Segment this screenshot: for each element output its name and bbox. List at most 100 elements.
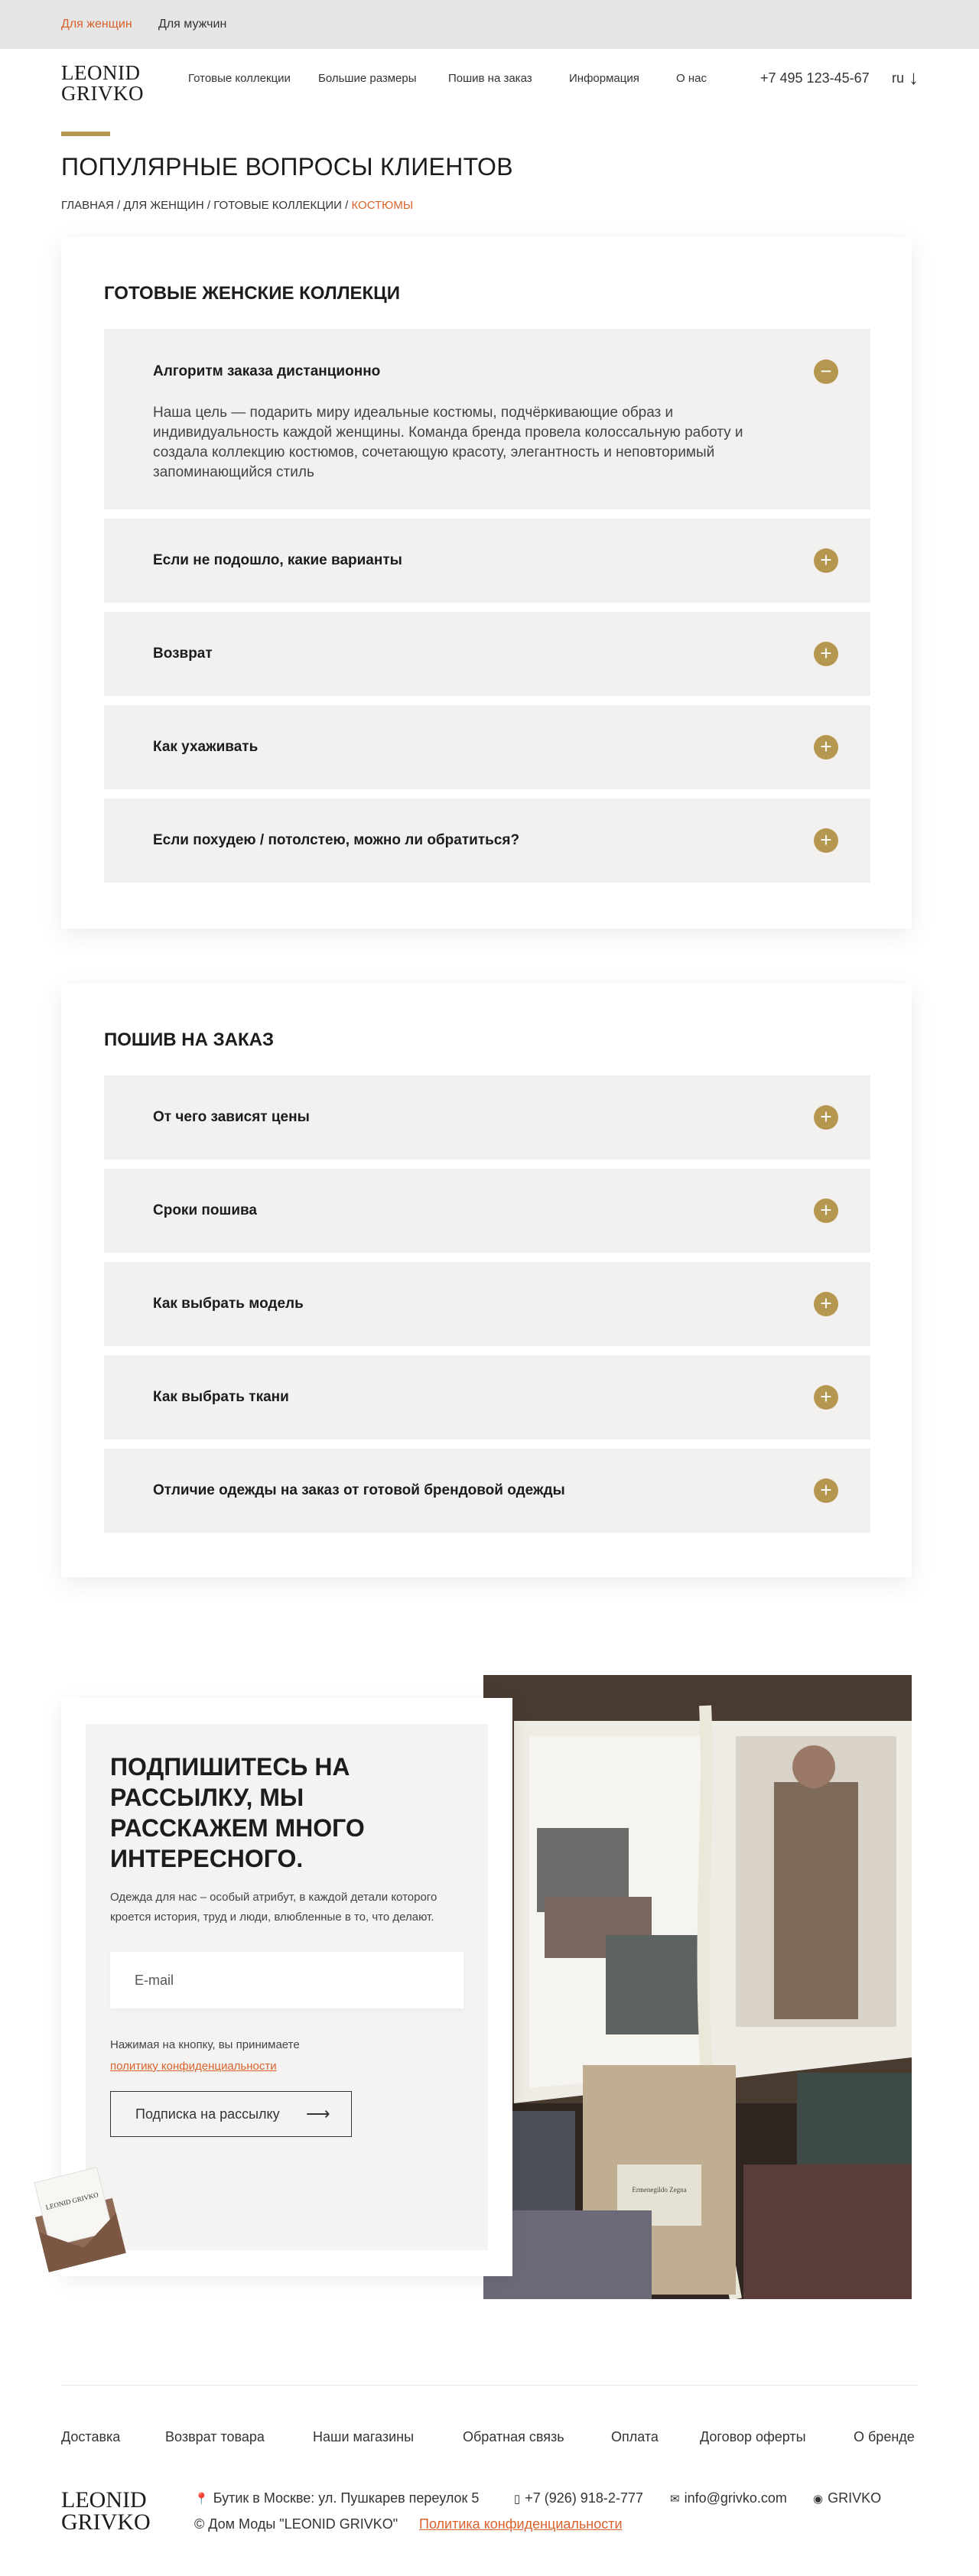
instagram-icon: ◉	[813, 2493, 824, 2506]
arrow-down-icon[interactable]: ↓	[909, 66, 919, 89]
nav-information[interactable]: Информация	[569, 72, 639, 85]
footer-link-brand[interactable]: О бренде	[854, 2429, 915, 2445]
breadcrumb-separator: /	[203, 199, 214, 212]
expand-plus-icon[interactable]: +	[814, 1105, 838, 1130]
expand-plus-icon[interactable]: +	[814, 642, 838, 666]
footer-address: 📍 Бутик в Москве: ул. Пушкарев переулок 5	[194, 2490, 479, 2506]
accordion-item[interactable]: Как выбрать модель +	[104, 1262, 870, 1346]
link-women[interactable]: Для женщин	[61, 18, 132, 31]
phone-text[interactable]: +7 (926) 918-2-777	[525, 2490, 643, 2506]
expand-plus-icon[interactable]: +	[814, 735, 838, 759]
title-accent-line	[61, 132, 110, 136]
phone-icon: ▯	[514, 2493, 521, 2506]
breadcrumb-separator: /	[341, 199, 352, 212]
accordion-item-expanded[interactable]: Алгоритм заказа дистанционно Наша цель —…	[104, 329, 870, 509]
accordion-question[interactable]: Сроки пошива	[153, 1202, 257, 1219]
accordion-item[interactable]: Если похудею / потолстею, можно ли обрат…	[104, 798, 870, 883]
expand-plus-icon[interactable]: +	[814, 1385, 838, 1410]
newsletter-title: ПОДПИШИТЕСЬ НА РАССЫЛКУ, МЫ РАССКАЖЕМ МН…	[110, 1753, 365, 1872]
footer-logo-line-2: GRIVKO	[61, 2509, 151, 2535]
photo-label: Ermenegildo Zegna	[632, 2186, 686, 2194]
accordion-question[interactable]: Как ухаживать	[153, 739, 258, 756]
footer-link-feedback[interactable]: Обратная связь	[463, 2429, 564, 2445]
accordion-item[interactable]: Как выбрать ткани +	[104, 1355, 870, 1439]
accordion-item[interactable]: Как ухаживать +	[104, 705, 870, 789]
footer-link-stores[interactable]: Наши магазины	[313, 2429, 414, 2445]
subscribe-button[interactable]: Подписка на рассылку ⟶	[110, 2091, 352, 2137]
header-phone[interactable]: +7 495 123-45-67	[760, 70, 870, 86]
footer-link-delivery[interactable]: Доставка	[61, 2429, 120, 2445]
breadcrumb-home[interactable]: ГЛАВНАЯ	[61, 199, 114, 212]
brand-logo[interactable]: LEONID GRIVKO	[61, 63, 144, 104]
link-men[interactable]: Для мужчин	[158, 18, 226, 31]
accordion-question[interactable]: Как выбрать модель	[153, 1296, 304, 1312]
accordion-item[interactable]: Если не подошло, какие варианты +	[104, 519, 870, 603]
newsletter-card: ПОДПИШИТЕСЬ НА РАССЫЛКУ, МЫ РАССКАЖЕМ МН…	[61, 1698, 512, 2276]
accordion-question[interactable]: Отличие одежды на заказ от готовой бренд…	[153, 1482, 565, 1499]
newsletter-section: Ermenegildo Zegna ПОДПИШИТЕСЬ НА РАССЫЛК…	[0, 1675, 979, 2299]
accordion-item[interactable]: Сроки пошива +	[104, 1169, 870, 1253]
faq-section-ready-collections: ГОТОВЫЕ ЖЕНСКИЕ КОЛЛЕКЦИ Алгоритм заказа…	[61, 237, 912, 929]
expand-plus-icon[interactable]: +	[814, 1478, 838, 1503]
breadcrumb: ГЛАВНАЯ / ДЛЯ ЖЕНЩИН / ГОТОВЫЕ КОЛЛЕКЦИИ…	[61, 199, 413, 212]
expand-plus-icon[interactable]: +	[814, 1292, 838, 1316]
language-select[interactable]: ru	[892, 70, 904, 86]
breadcrumb-women[interactable]: ДЛЯ ЖЕНЩИН	[123, 199, 203, 212]
newsletter-description: Одежда для нас – особый атрибут, в каждо…	[110, 1891, 437, 1924]
breadcrumb-separator: /	[113, 199, 124, 212]
accordion-question[interactable]: Как выбрать ткани	[153, 1389, 289, 1406]
email-input[interactable]	[110, 1952, 463, 2008]
consent-text: Нажимая на кнопку, вы принимаете политик…	[110, 2034, 300, 2077]
accordion-question[interactable]: Алгоритм заказа дистанционно	[153, 363, 380, 380]
breadcrumb-current: КОСТЮМЫ	[351, 199, 414, 212]
copyright: © Дом Моды "LEONID GRIVKO"	[194, 2516, 398, 2532]
footer-link-offer[interactable]: Договор оферты	[700, 2429, 806, 2445]
nav-plus-sizes[interactable]: Большие размеры	[318, 72, 417, 85]
newsletter-inner: ПОДПИШИТЕСЬ НА РАССЫЛКУ, МЫ РАССКАЖЕМ МН…	[86, 1724, 488, 2250]
email-text[interactable]: info@grivko.com	[685, 2490, 787, 2506]
breadcrumb-collections[interactable]: ГОТОВЫЕ КОЛЛЕКЦИИ	[213, 199, 342, 212]
consent-label: Нажимая на кнопку, вы принимаете	[110, 2038, 300, 2051]
collapse-minus-icon[interactable]: −	[814, 359, 838, 384]
footer-divider	[61, 2385, 918, 2386]
nav-tailoring[interactable]: Пошив на заказ	[448, 72, 532, 85]
accordion-question[interactable]: От чего зависят цены	[153, 1109, 310, 1126]
privacy-policy-link[interactable]: политику конфиденциальности	[110, 2060, 277, 2073]
expand-plus-icon[interactable]: +	[814, 828, 838, 853]
footer-email[interactable]: ✉ info@grivko.com	[670, 2490, 787, 2506]
expand-plus-icon[interactable]: +	[814, 548, 838, 573]
faq-section-tailoring: ПОШИВ НА ЗАКАЗ От чего зависят цены + Ср…	[61, 984, 912, 1577]
footer-link-payment[interactable]: Оплата	[611, 2429, 659, 2445]
section-title: ПОШИВ НА ЗАКАЗ	[104, 1029, 274, 1050]
nav-ready-collections[interactable]: Готовые коллекции	[188, 72, 291, 85]
logo-line-2: GRIVKO	[61, 82, 144, 105]
site-header: LEONID GRIVKO Готовые коллекции Большие …	[0, 49, 979, 135]
footer-privacy-link[interactable]: Политика конфиденциальности	[419, 2516, 623, 2532]
page-title: ПОПУЛЯРНЫЕ ВОПРОСЫ КЛИЕНТОВ	[61, 153, 513, 181]
map-pin-icon: 📍	[194, 2493, 209, 2506]
nav-about[interactable]: О нас	[676, 72, 707, 85]
footer-logo-line-1: LEONID	[61, 2487, 147, 2513]
address-text: Бутик в Москве: ул. Пушкарев переулок 5	[213, 2490, 480, 2506]
fabric-catalog-photo: Ermenegildo Zegna	[483, 1675, 912, 2299]
footer-link-returns[interactable]: Возврат товара	[165, 2429, 265, 2445]
accordion-question[interactable]: Если похудею / потолстею, можно ли обрат…	[153, 832, 519, 849]
footer-social[interactable]: ◉ GRIVKO	[813, 2490, 881, 2506]
accordion-item[interactable]: Отличие одежды на заказ от готовой бренд…	[104, 1449, 870, 1533]
footer-phone[interactable]: ▯ +7 (926) 918-2-777	[514, 2490, 643, 2506]
arrow-right-icon: ⟶	[306, 2104, 330, 2123]
social-text[interactable]: GRIVKO	[828, 2490, 881, 2506]
accordion-item[interactable]: От чего зависят цены +	[104, 1075, 870, 1160]
accordion-question[interactable]: Возврат	[153, 646, 213, 662]
accordion-question[interactable]: Если не подошло, какие варианты	[153, 552, 402, 569]
footer-logo[interactable]: LEONID GRIVKO	[61, 2487, 151, 2535]
subscribe-button-label: Подписка на рассылку	[135, 2106, 280, 2122]
gender-switch-bar: Для женщин Для мужчин	[0, 0, 979, 49]
fabric-catalog-illustration: Ermenegildo Zegna	[483, 1675, 912, 2299]
expand-plus-icon[interactable]: +	[814, 1199, 838, 1223]
accordion-answer: Наша цель — подарить миру идеальные кост…	[153, 405, 743, 480]
accordion-item[interactable]: Возврат +	[104, 612, 870, 696]
section-title: ГОТОВЫЕ ЖЕНСКИЕ КОЛЛЕКЦИ	[104, 283, 400, 304]
mail-icon: ✉	[670, 2493, 680, 2506]
logo-line-1: LEONID	[61, 61, 141, 84]
